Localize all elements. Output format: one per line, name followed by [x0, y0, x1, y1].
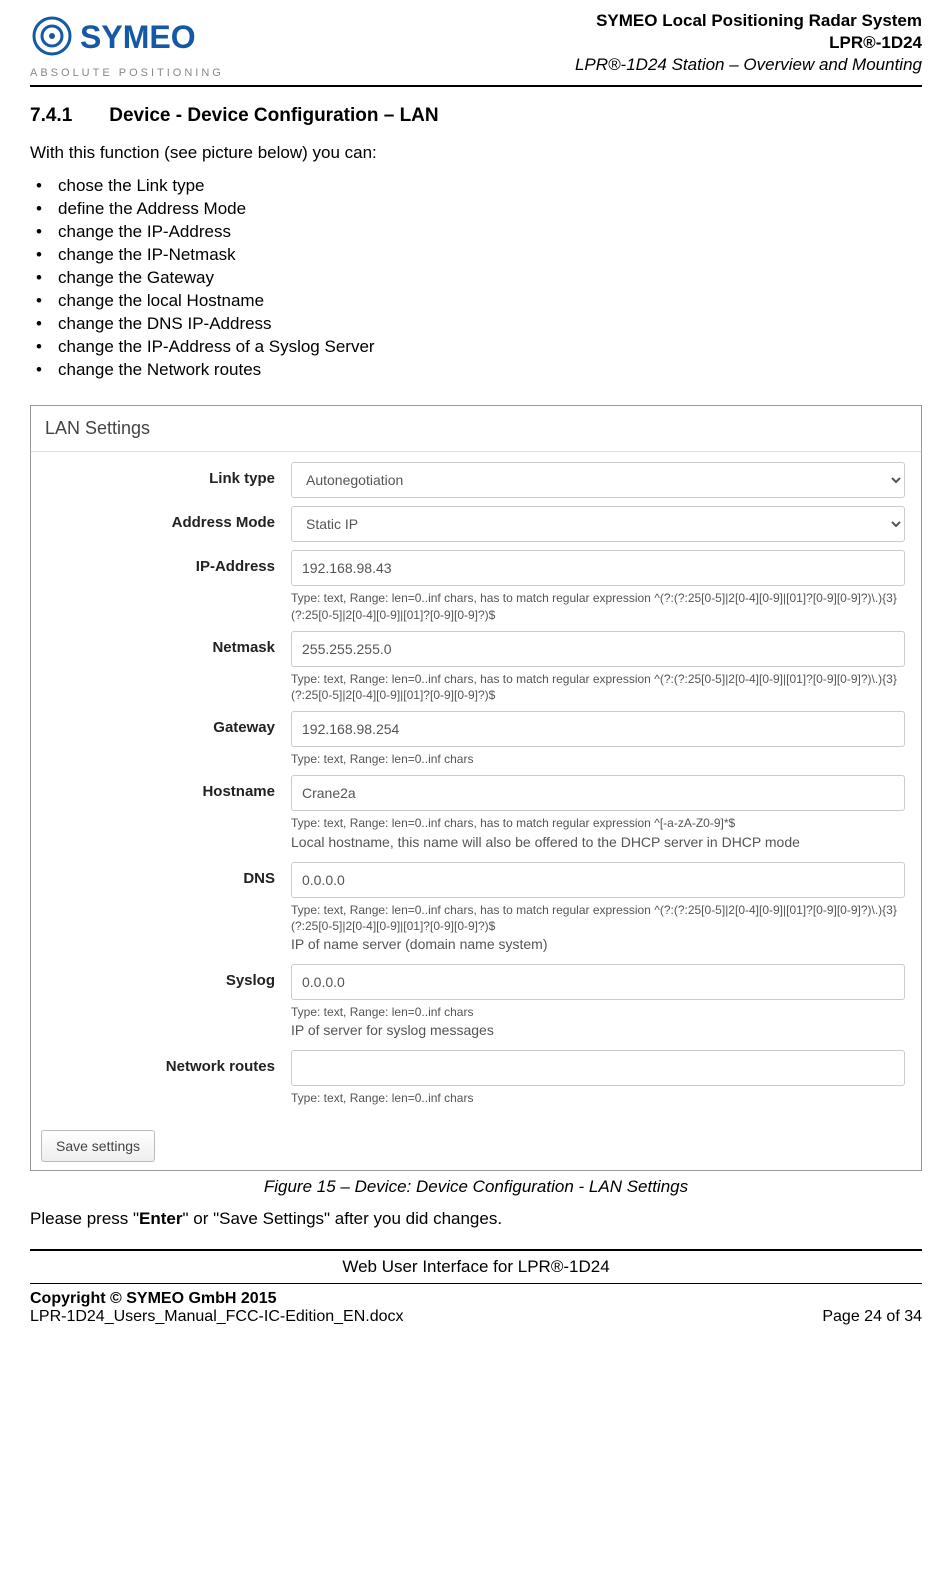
figure-caption: Figure 15 – Device: Device Configuration… — [30, 1177, 922, 1197]
list-item: define the Address Mode — [30, 198, 922, 221]
list-item: chose the Link type — [30, 175, 922, 198]
label-dns: DNS — [31, 862, 291, 887]
link-type-select[interactable]: Autonegotiation — [291, 462, 905, 498]
dns-input[interactable] — [291, 862, 905, 898]
row-link-type: Link type Autonegotiation — [31, 462, 905, 498]
help-dns: Type: text, Range: len=0..inf chars, has… — [291, 902, 905, 934]
list-item: change the DNS IP-Address — [30, 313, 922, 336]
label-hostname: Hostname — [31, 775, 291, 800]
header-right: SYMEO Local Positioning Radar System LPR… — [575, 10, 922, 76]
list-item: change the IP-Address of a Syslog Server — [30, 336, 922, 359]
label-link-type: Link type — [31, 462, 291, 487]
row-gateway: Gateway Type: text, Range: len=0..inf ch… — [31, 711, 905, 767]
address-mode-select[interactable]: Static IP — [291, 506, 905, 542]
header-line3: LPR®-1D24 Station – Overview and Mountin… — [575, 54, 922, 76]
help-netmask: Type: text, Range: len=0..inf chars, has… — [291, 671, 905, 703]
list-item: change the local Hostname — [30, 290, 922, 313]
bullet-list: chose the Link type define the Address M… — [30, 175, 922, 381]
label-gateway: Gateway — [31, 711, 291, 736]
list-item: change the Network routes — [30, 359, 922, 382]
label-network-routes: Network routes — [31, 1050, 291, 1075]
syslog-input[interactable] — [291, 964, 905, 1000]
row-address-mode: Address Mode Static IP — [31, 506, 905, 542]
footer-bottom: Copyright © SYMEO GmbH 2015 LPR-1D24_Use… — [30, 1284, 922, 1326]
row-hostname: Hostname Type: text, Range: len=0..inf c… — [31, 775, 905, 853]
help-hostname: Type: text, Range: len=0..inf chars, has… — [291, 815, 905, 831]
lan-settings-screenshot: LAN Settings Link type Autonegotiation A… — [30, 405, 922, 1171]
section-title: Device - Device Configuration – LAN — [109, 105, 438, 126]
help-syslog: Type: text, Range: len=0..inf chars — [291, 1004, 905, 1020]
copyright: Copyright © SYMEO GmbH 2015 — [30, 1290, 403, 1308]
label-ip-address: IP-Address — [31, 550, 291, 575]
desc-syslog: IP of server for syslog messages — [291, 1022, 905, 1038]
help-ip-address: Type: text, Range: len=0..inf chars, has… — [291, 590, 905, 622]
footer-mid: Web User Interface for LPR®-1D24 — [30, 1251, 922, 1283]
label-netmask: Netmask — [31, 631, 291, 656]
logo-tagline: ABSOLUTE POSITIONING — [30, 67, 230, 79]
help-gateway: Type: text, Range: len=0..inf chars — [291, 751, 905, 767]
list-item: change the IP-Address — [30, 221, 922, 244]
row-network-routes: Network routes Type: text, Range: len=0.… — [31, 1050, 905, 1106]
gateway-input[interactable] — [291, 711, 905, 747]
logo-block: SYMEO ABSOLUTE POSITIONING — [30, 10, 230, 79]
list-item: change the IP-Netmask — [30, 244, 922, 267]
header-line2: LPR®-1D24 — [575, 32, 922, 54]
row-netmask: Netmask Type: text, Range: len=0..inf ch… — [31, 631, 905, 703]
svg-text:SYMEO: SYMEO — [80, 19, 196, 55]
section-heading: 7.4.1 Device - Device Configuration – LA… — [30, 105, 922, 127]
list-item: change the Gateway — [30, 267, 922, 290]
ip-address-input[interactable] — [291, 550, 905, 586]
enter-instruction: Please press "Enter" or "Save Settings" … — [30, 1209, 922, 1229]
panel-title: LAN Settings — [31, 406, 921, 452]
network-routes-input[interactable] — [291, 1050, 905, 1086]
page-number: Page 24 of 34 — [822, 1308, 922, 1326]
intro-text: With this function (see picture below) y… — [30, 143, 922, 163]
row-ip-address: IP-Address Type: text, Range: len=0..inf… — [31, 550, 905, 622]
desc-hostname: Local hostname, this name will also be o… — [291, 834, 905, 850]
desc-dns: IP of name server (domain name system) — [291, 936, 905, 952]
row-syslog: Syslog Type: text, Range: len=0..inf cha… — [31, 964, 905, 1042]
filename: LPR-1D24_Users_Manual_FCC-IC-Edition_EN.… — [30, 1308, 403, 1326]
row-dns: DNS Type: text, Range: len=0..inf chars,… — [31, 862, 905, 956]
hostname-input[interactable] — [291, 775, 905, 811]
label-syslog: Syslog — [31, 964, 291, 989]
label-address-mode: Address Mode — [31, 506, 291, 531]
header-line1: SYMEO Local Positioning Radar System — [575, 10, 922, 32]
section-number: 7.4.1 — [30, 105, 72, 126]
page-header: SYMEO ABSOLUTE POSITIONING SYMEO Local P… — [30, 10, 922, 87]
help-network-routes: Type: text, Range: len=0..inf chars — [291, 1090, 905, 1106]
save-settings-button[interactable]: Save settings — [41, 1130, 155, 1162]
symeo-logo-icon: SYMEO — [30, 10, 230, 65]
netmask-input[interactable] — [291, 631, 905, 667]
